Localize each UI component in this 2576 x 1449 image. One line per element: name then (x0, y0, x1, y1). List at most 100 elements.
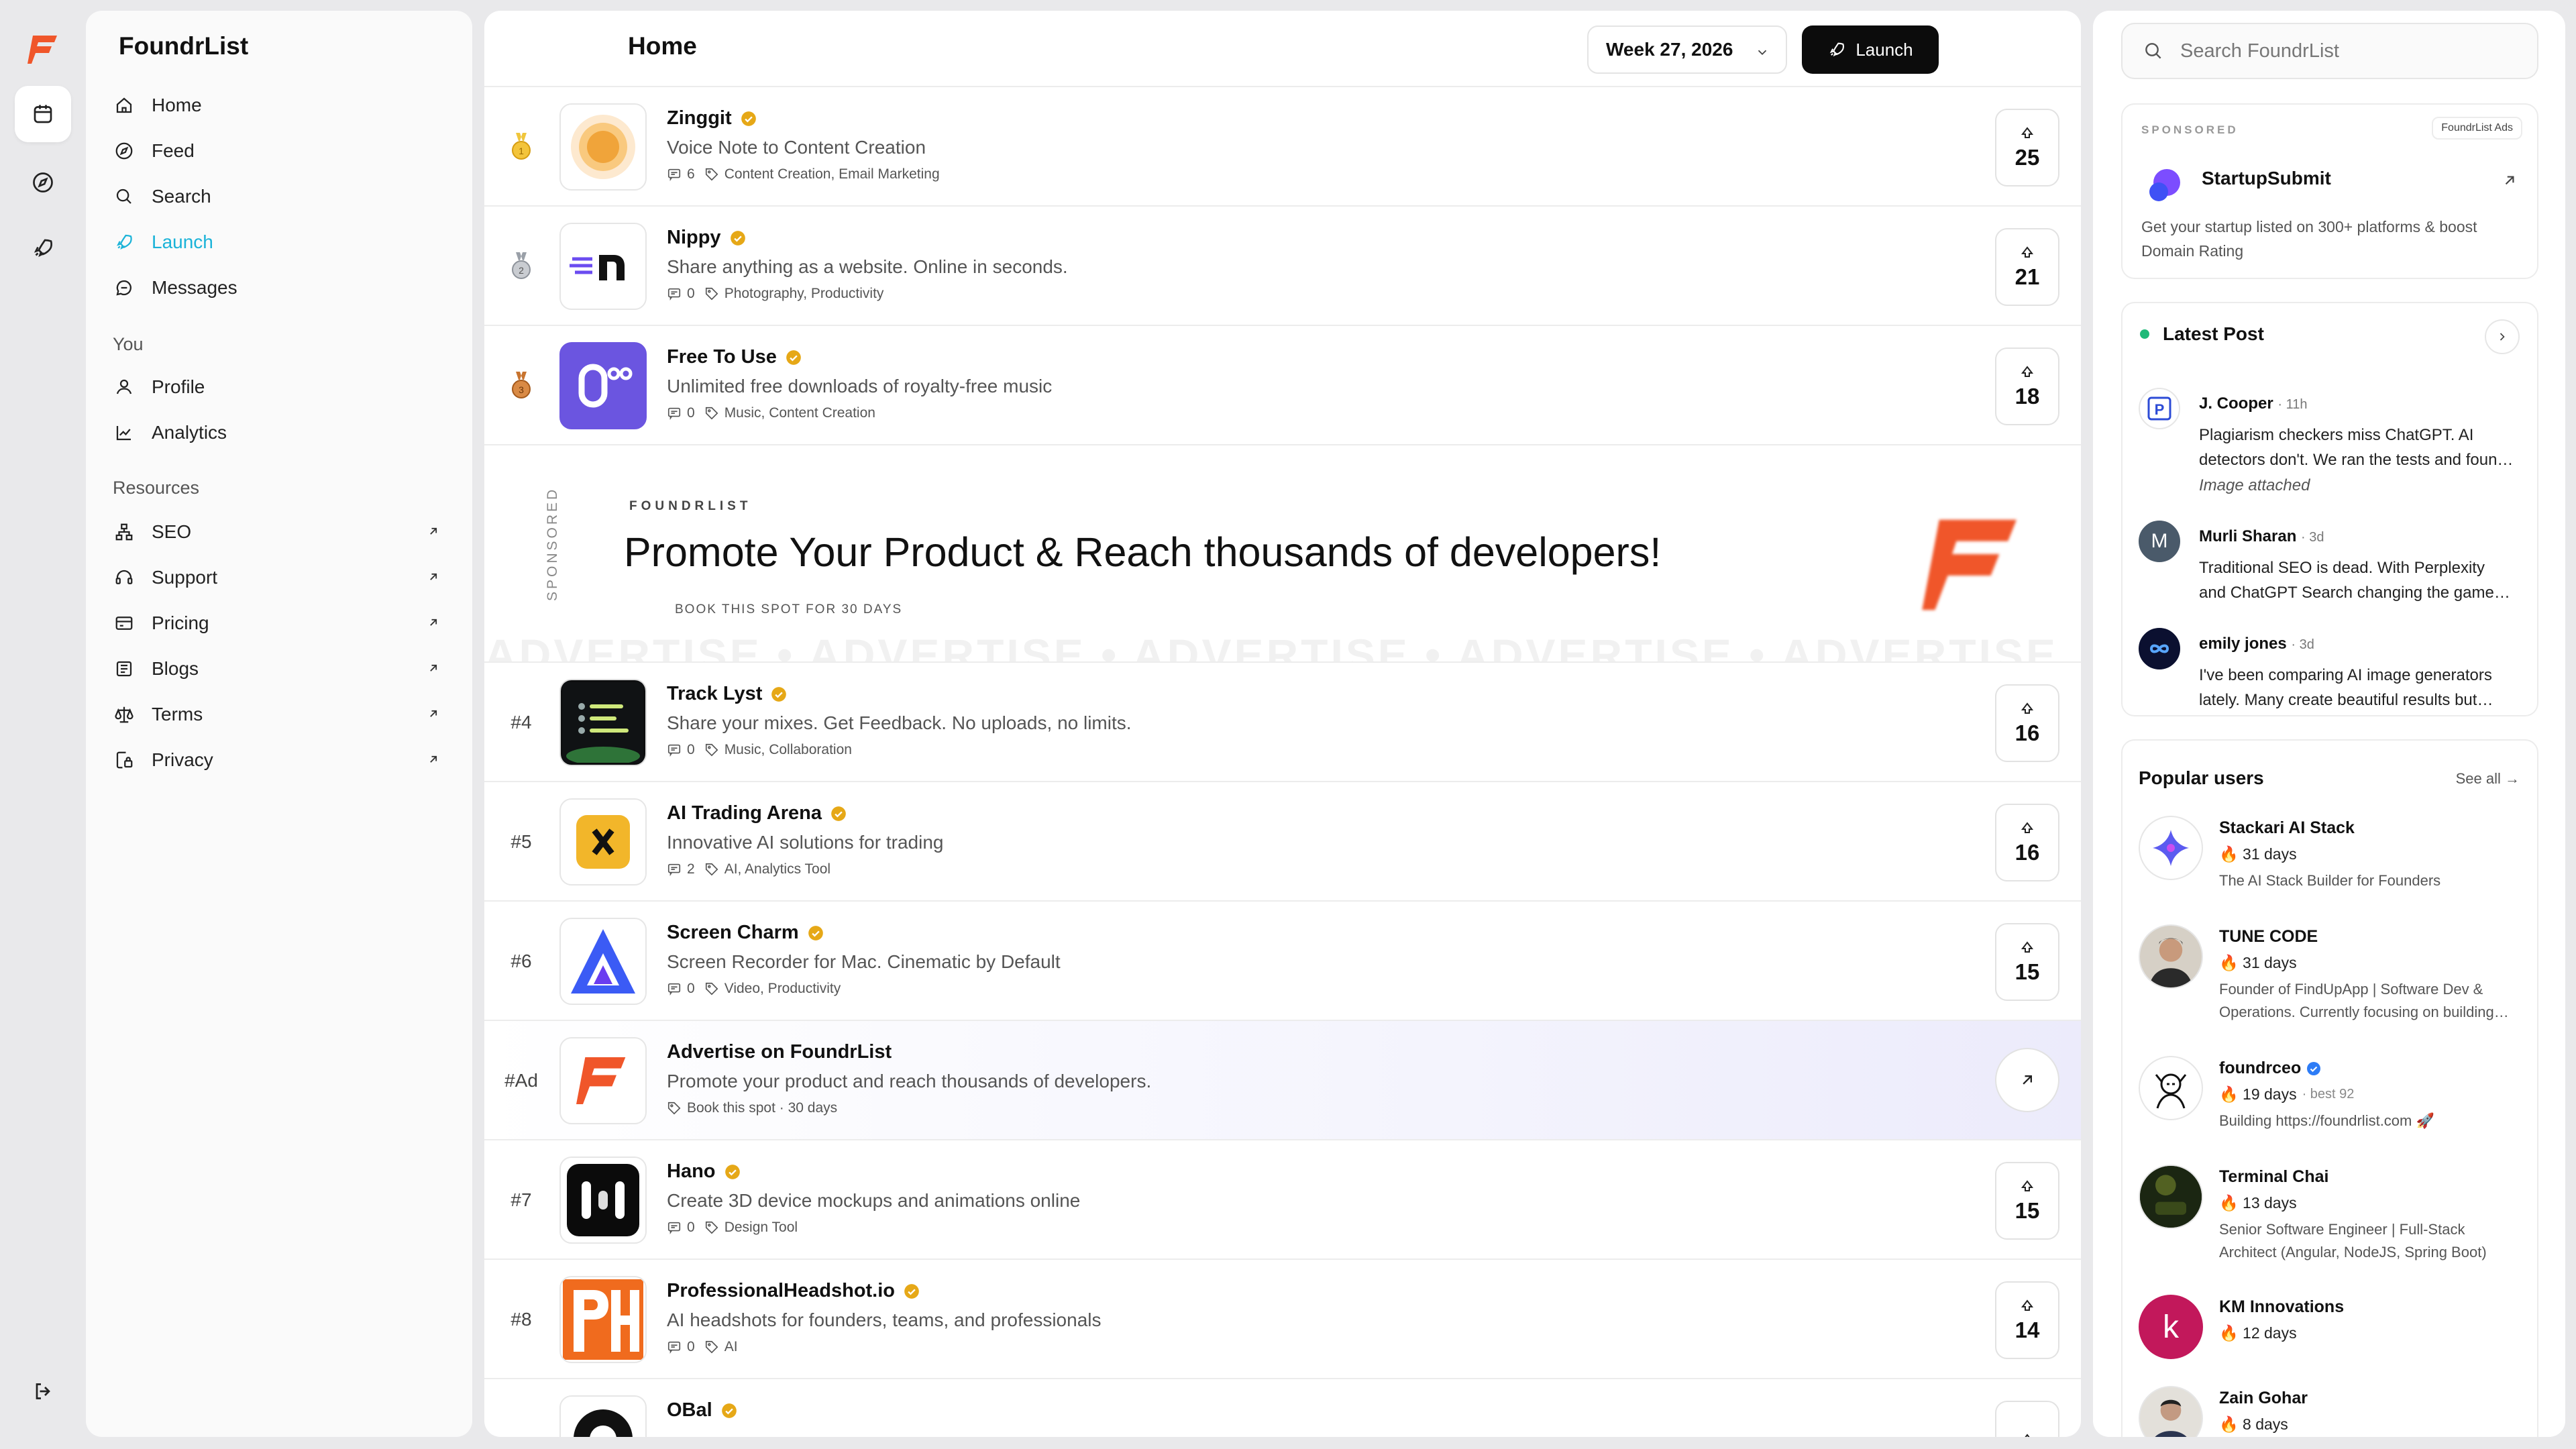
see-all-link[interactable]: See all → (2456, 770, 2520, 788)
advertise-row[interactable]: #Ad Advertise on FoundrList Promote your… (484, 1021, 2081, 1140)
product-logo (559, 679, 647, 766)
chevron-right-button[interactable] (2485, 319, 2520, 354)
open-ad-button[interactable] (1995, 1048, 2059, 1112)
post-author: emily jones · 3d (2199, 635, 2314, 653)
promo-brand: FOUNDRLIST (629, 499, 752, 513)
product-row[interactable]: 1 Zinggit Voice Note to Content Creation… (484, 87, 2081, 207)
user-streak: 🔥 31 days (2219, 845, 2297, 863)
product-row[interactable]: OBal (484, 1379, 2081, 1437)
user-item[interactable]: Zain Gohar 🔥 8 days (2139, 1386, 2528, 1437)
headset-icon (111, 568, 152, 588)
newspaper-icon (111, 659, 152, 679)
compass-icon[interactable] (15, 154, 71, 211)
product-name[interactable]: Screen Charm (667, 922, 824, 944)
product-row[interactable]: #4 Track Lyst Share your mixes. Get Feed… (484, 663, 2081, 782)
post-item[interactable]: P J. Cooper · 11h Plagiarism checkers mi… (2139, 388, 2528, 502)
search-box[interactable] (2121, 23, 2538, 79)
sidebar-item-terms[interactable]: Terms (111, 694, 460, 735)
launch-calendar-icon[interactable] (15, 86, 71, 142)
product-row[interactable]: 3 Free To Use Unlimited free downloads o… (484, 326, 2081, 445)
sidebar-item-privacy[interactable]: Privacy (111, 739, 460, 781)
sidebar-item-support[interactable]: Support (111, 557, 460, 598)
upvote-button[interactable] (1995, 1401, 2059, 1437)
product-name[interactable]: Hano (667, 1161, 741, 1183)
upvote-button[interactable]: 18 (1995, 347, 2059, 425)
rank-label: #5 (511, 831, 532, 852)
upvote-arrow-icon (2025, 1434, 2030, 1437)
ad-title[interactable]: Advertise on FoundrList (667, 1041, 892, 1063)
author-name: emily jones (2199, 635, 2287, 653)
post-item[interactable]: M Murli Sharan · 3d Traditional SEO is d… (2139, 521, 2528, 621)
sidebar-item-messages[interactable]: Messages (111, 267, 460, 309)
sidebar-item-search[interactable]: Search (111, 176, 460, 217)
upvote-button[interactable]: 16 (1995, 684, 2059, 762)
section-heading-resources: Resources (113, 478, 200, 498)
verified-badge-icon (771, 686, 787, 702)
user-item[interactable]: k KM Innovations 🔥 12 days (2139, 1295, 2528, 1395)
upvote-button[interactable]: 14 (1995, 1281, 2059, 1359)
promo-banner[interactable]: ADVERTISE • ADVERTISE • ADVERTISE • ADVE… (484, 447, 2081, 663)
avatar-initial: k (2163, 1309, 2179, 1345)
product-tagline: Share your mixes. Get Feedback. No uploa… (667, 712, 1132, 733)
launch-button[interactable]: Launch (1802, 25, 1939, 74)
upvote-button[interactable]: 15 (1995, 1162, 2059, 1240)
upvote-button[interactable]: 16 (1995, 804, 2059, 881)
sidebar-item-seo[interactable]: SEO (111, 511, 460, 553)
latest-post-title: Latest Post (2163, 323, 2264, 344)
user-item[interactable]: foundrceo 🔥 19 days · best 92 Building ht… (2139, 1056, 2528, 1157)
logout-icon[interactable] (15, 1363, 71, 1419)
page-title: Home (628, 32, 697, 60)
upvote-button[interactable]: 25 (1995, 109, 2059, 186)
external-link-icon (427, 616, 440, 633)
foundrlist-logo-icon (1920, 511, 2027, 622)
product-name[interactable]: Free To Use (667, 346, 802, 368)
rocket-icon[interactable] (15, 220, 71, 276)
fire-icon: 🔥 (2219, 954, 2239, 971)
product-name[interactable]: Zinggit (667, 107, 757, 129)
product-name[interactable]: OBal (667, 1399, 738, 1421)
product-row[interactable]: #7 Hano Create 3D device mockups and ani… (484, 1140, 2081, 1260)
sidebar-item-home[interactable]: Home (111, 85, 460, 126)
post-item[interactable]: emily jones · 3d I've been comparing AI … (2139, 628, 2528, 729)
sponsored-card[interactable]: SPONSORED FoundrList Ads StartupSubmit G… (2121, 103, 2538, 279)
upvote-button[interactable]: 21 (1995, 228, 2059, 306)
tag-icon (705, 1221, 718, 1234)
sidebar-item-feed[interactable]: Feed (111, 130, 460, 172)
rocket-icon (111, 232, 152, 252)
sidebar-item-blogs[interactable]: Blogs (111, 648, 460, 690)
post-time: · 3d (2301, 530, 2324, 545)
comment-count: 6 (687, 166, 695, 182)
verified-badge-icon (904, 1283, 919, 1299)
verified-badge-icon (831, 806, 846, 821)
week-label: Week 27, 2026 (1606, 39, 1733, 60)
sidebar-item-profile[interactable]: Profile (111, 366, 460, 408)
product-row[interactable]: #6 Screen Charm Screen Recorder for Mac.… (484, 902, 2081, 1021)
ads-badge: FoundrList Ads (2432, 117, 2522, 140)
streak-days: 13 days (2243, 1194, 2297, 1212)
product-name[interactable]: ProfessionalHeadshot.io (667, 1280, 920, 1302)
foundrlist-logo-icon[interactable] (28, 33, 60, 70)
product-meta: 0 Music, Content Creation (667, 405, 875, 421)
product-row[interactable]: 2 Nippy Share anything as a website. Onl… (484, 207, 2081, 326)
upvote-button[interactable]: 15 (1995, 923, 2059, 1001)
fire-icon: 🔥 (2219, 1415, 2239, 1433)
week-selector[interactable]: Week 27, 2026 (1587, 25, 1787, 74)
product-tagline: Innovative AI solutions for trading (667, 832, 944, 853)
search-input[interactable] (2180, 40, 2529, 62)
avatar: P (2139, 388, 2180, 429)
user-icon (111, 377, 152, 397)
product-name[interactable]: Track Lyst (667, 683, 788, 705)
user-item[interactable]: Stackari AI Stack 🔥 31 days The AI Stack… (2139, 816, 2528, 916)
tag-icon (705, 982, 718, 996)
external-link-icon (427, 570, 440, 587)
sidebar-item-launch[interactable]: Launch (111, 221, 460, 263)
product-row[interactable]: #8 ProfessionalHeadshot.io AI headshots … (484, 1260, 2081, 1379)
user-item[interactable]: Terminal Chai 🔥 13 days Senior Software … (2139, 1165, 2528, 1265)
user-item[interactable]: TUNE CODE 🔥 31 days Founder of FindUpApp… (2139, 924, 2528, 1025)
sidebar-item-analytics[interactable]: Analytics (111, 412, 460, 453)
product-name[interactable]: Nippy (667, 227, 747, 249)
product-row[interactable]: #5 AI Trading Arena Innovative AI soluti… (484, 782, 2081, 902)
product-name[interactable]: AI Trading Arena (667, 802, 847, 824)
sidebar-item-pricing[interactable]: Pricing (111, 602, 460, 644)
scale-icon (111, 704, 152, 724)
